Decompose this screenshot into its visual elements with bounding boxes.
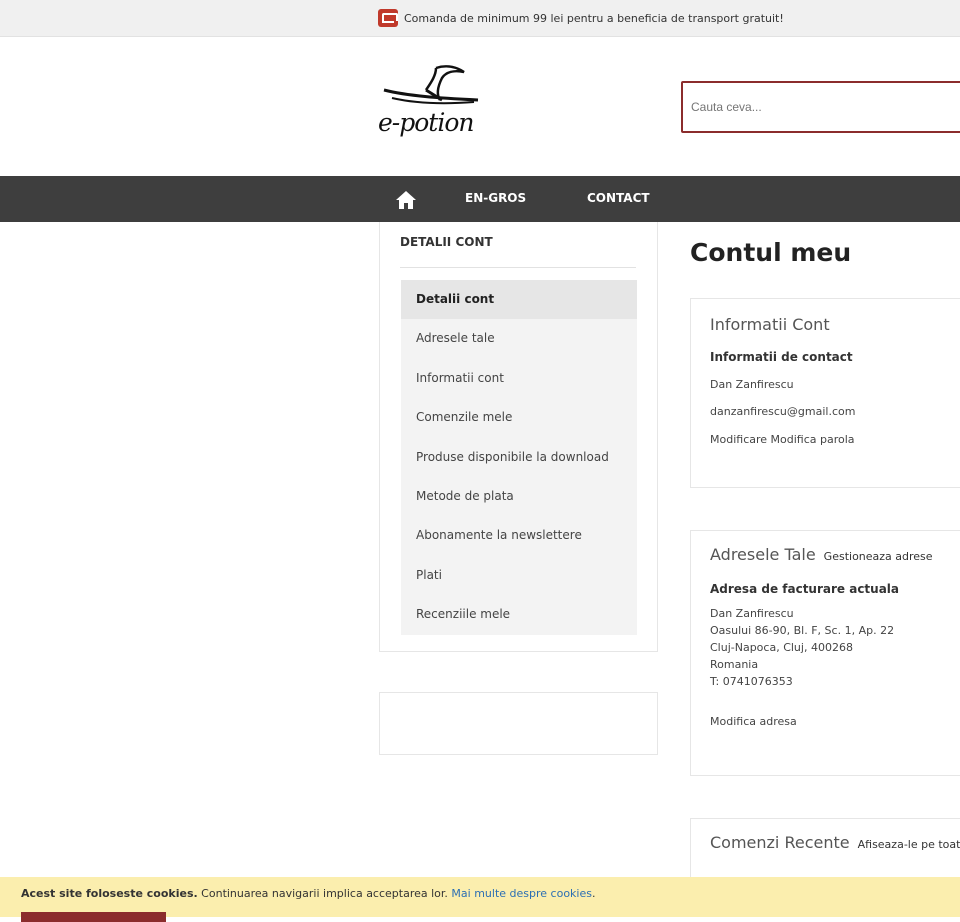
free-shipping-message: Comanda de minimum 99 lei pentru a benef… [404, 11, 784, 25]
sidebar-item-reviews[interactable]: Recenziile mele [401, 595, 637, 634]
sidebar-item-payment-methods[interactable]: Metode de plata [401, 477, 637, 516]
logo-wordmark: e-potion [378, 108, 474, 137]
account-actions: Modificare Modifica parola [710, 433, 855, 446]
account-menu: Detalii cont Adresele tale Informatii co… [401, 280, 637, 635]
recent-orders-title-row: Comenzi Recente Afiseaza-le pe toate [710, 833, 960, 852]
sidebar-item-newsletters[interactable]: Abonamente la newslettere [401, 516, 637, 555]
sidebar-empty-block [379, 692, 658, 755]
sidebar-item-payments[interactable]: Plati [401, 556, 637, 595]
divider [400, 267, 636, 268]
recent-orders-title: Comenzi Recente [710, 833, 850, 852]
customer-email: danzanfirescu@gmail.com [710, 405, 856, 418]
cookie-after-text: . [591, 887, 596, 900]
addresses-title: Adresele Tale [710, 545, 816, 564]
view-all-orders-link[interactable]: Afiseaza-le pe toate [858, 838, 960, 851]
address-line: Romania [710, 658, 759, 671]
sidebar-item-downloads[interactable]: Produse disponibile la download [401, 438, 637, 477]
account-info-title: Informatii Cont [710, 315, 830, 334]
sidebar-item-addresses[interactable]: Adresele tale [401, 319, 637, 358]
address-line: Cluj-Napoca, Cluj, 400268 [710, 641, 853, 654]
sidebar-item-orders[interactable]: Comenzile mele [401, 398, 637, 437]
address-phone: T: 0741076353 [710, 675, 793, 688]
site-logo[interactable]: e-potion [378, 60, 488, 155]
cookie-notice: Acest site foloseste cookies. Continuare… [0, 877, 960, 922]
main-navigation: EN-GROS CONTACT [0, 176, 960, 222]
cookie-bold-text: Acest site foloseste cookies. [21, 887, 198, 900]
addresses-title-row: Adresele Tale Gestioneaza adrese [710, 545, 933, 564]
addresses-box: Adresele Tale Gestioneaza adrese Adresa d… [690, 530, 960, 776]
change-password-link[interactable]: Modifica parola [771, 433, 855, 446]
address-line: Dan Zanfirescu [710, 607, 794, 620]
account-sidebar: DETALII CONT Detalii cont Adresele tale … [379, 222, 658, 652]
page-title: Contul meu [690, 238, 852, 267]
cookie-accept-button[interactable] [21, 912, 166, 922]
account-info-box: Informatii Cont Informatii de contact Da… [690, 298, 960, 488]
cookie-body-text: Continuarea navigarii implica acceptarea… [197, 887, 452, 900]
edit-account-link[interactable]: Modificare [710, 433, 767, 446]
free-shipping-banner: Comanda de minimum 99 lei pentru a benef… [0, 0, 960, 37]
billing-address-heading: Adresa de facturare actuala [710, 582, 900, 596]
search-input[interactable] [681, 81, 960, 133]
address-line: Oasului 86-90, Bl. F, Sc. 1, Ap. 22 [710, 624, 895, 637]
truck-icon [378, 9, 398, 27]
edit-address-link[interactable]: Modifica adresa [710, 715, 797, 728]
nav-item-contact[interactable]: CONTACT [587, 191, 650, 205]
home-icon[interactable] [395, 190, 417, 210]
customer-name: Dan Zanfirescu [710, 378, 794, 391]
sidebar-item-account-info[interactable]: Informatii cont [401, 359, 637, 398]
sidebar-item-account-details[interactable]: Detalii cont [401, 280, 637, 320]
nav-item-en-gros[interactable]: EN-GROS [465, 191, 526, 205]
manage-addresses-link[interactable]: Gestioneaza adrese [824, 550, 933, 563]
contact-info-heading: Informatii de contact [710, 350, 853, 364]
sidebar-title: DETALII CONT [400, 235, 493, 249]
cookie-text: Acest site foloseste cookies. Continuare… [21, 887, 595, 900]
cookie-more-link[interactable]: Mai multe despre cookies [451, 887, 592, 900]
